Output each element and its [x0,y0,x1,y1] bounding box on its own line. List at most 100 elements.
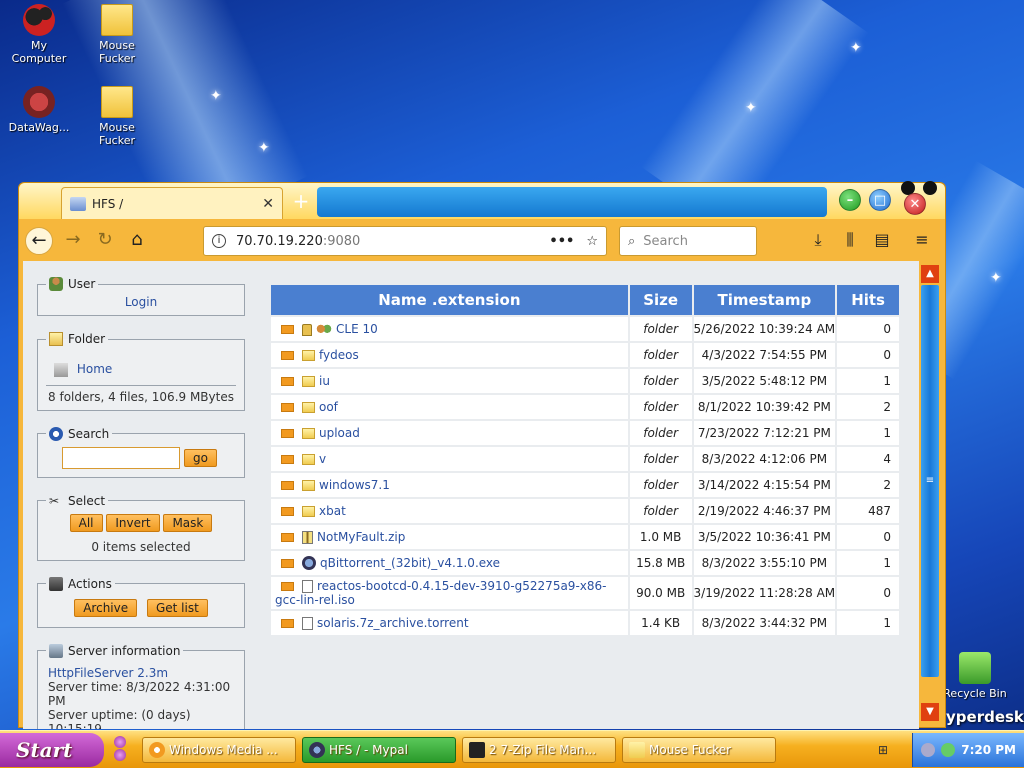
start-button[interactable]: Start [0,733,104,767]
file-link[interactable]: reactos-bootcd-0.4.15-dev-3910-g52275a9-… [275,579,606,607]
hits-cell: 0 [835,575,901,611]
table-row[interactable]: xbat folder 2/19/2022 4:46:37 PM 487 [269,497,901,525]
task-7zip[interactable]: 2 7-Zip File Man... [462,737,616,763]
file-table: Name .extension Size Timestamp Hits CLE … [269,283,901,637]
tray-network-icon[interactable]: ⊞ [878,743,888,757]
desktop-icon-mouse-fucker-folder[interactable]: Mouse Fucker [82,86,152,147]
vertical-scrollbar[interactable]: ▲ ≡ ▼ [919,261,941,725]
file-link[interactable]: NotMyFault.zip [317,530,405,544]
select-checkbox[interactable] [281,582,294,591]
select-checkbox[interactable] [281,325,294,334]
server-uptime: Server uptime: (0 days) 10:15:19 [48,707,191,730]
clock[interactable]: 7:20 PM [961,743,1016,757]
column-header-name[interactable]: Name .extension [269,283,630,317]
file-icon [302,617,313,630]
page-actions-icon[interactable]: ••• [549,234,574,249]
file-link[interactable]: windows7.1 [319,478,390,492]
file-link[interactable]: oof [319,400,338,414]
qbittorrent-tray-icon[interactable] [921,743,936,757]
file-link[interactable]: upload [319,426,360,440]
column-header-timestamp[interactable]: Timestamp [691,283,838,317]
table-row[interactable]: solaris.7z_archive.torrent 1.4 KB 8/3/2022… [269,609,901,637]
downloads-icon[interactable]: ⤓ [805,227,831,253]
file-link[interactable]: solaris.7z_archive.torrent [317,616,469,630]
select-checkbox[interactable] [281,403,294,412]
select-checkbox[interactable] [281,507,294,516]
hits-cell: 0 [835,341,901,369]
minimize-button[interactable]: – [839,189,861,211]
select-checkbox[interactable] [281,351,294,360]
forward-button[interactable]: → [59,227,87,255]
mask-button[interactable]: Mask [163,513,213,532]
select-checkbox[interactable] [281,533,294,542]
select-checkbox[interactable] [281,429,294,438]
file-name-cell: xbat [269,497,630,525]
desktop-icon-mouse-fucker-zip[interactable]: Mouse Fucker [82,4,152,65]
bookmark-star-icon[interactable]: ☆ [586,234,598,249]
search-bar[interactable]: ⌕ Search [619,226,757,256]
select-checkbox[interactable] [281,481,294,490]
file-link[interactable]: fydeos [319,348,359,362]
file-link[interactable]: v [319,452,326,466]
desktop-icon-my-computer[interactable]: My Computer [4,4,74,65]
library-icon[interactable]: ⫼ [837,227,863,253]
tab-hfs[interactable]: HFS / ✕ [61,187,283,219]
menu-icon[interactable]: ≡ [909,227,935,253]
table-row[interactable]: oof folder 8/1/2022 10:39:42 PM 2 [269,393,901,421]
file-link[interactable]: CLE 10 [336,322,378,336]
scroll-up-arrow[interactable]: ▲ [921,265,939,283]
invert-button[interactable]: Invert [106,513,160,532]
home-link[interactable]: Home [77,362,112,376]
login-link[interactable]: Login [125,295,157,309]
column-header-hits[interactable]: Hits [835,283,901,317]
reload-button[interactable]: ↻ [91,227,119,255]
back-button[interactable]: ← [25,227,53,255]
maximize-button[interactable]: □ [869,189,891,211]
table-row[interactable]: qBittorrent_(32bit)_v4.1.0.exe 15.8 MB 8/3… [269,549,901,577]
timestamp-cell: 8/3/2022 4:12:06 PM [691,445,838,473]
task-windows-media[interactable]: Windows Media ... [142,737,296,763]
select-all-button[interactable]: All [69,513,103,532]
archive-button[interactable]: Archive [74,598,138,617]
desktop-icon-datawag[interactable]: DataWag... [4,86,74,134]
new-tab-button[interactable]: + [289,191,313,213]
file-link[interactable]: iu [319,374,330,388]
desktop-icon-recycle-bin[interactable]: Recycle Bin [940,652,1010,700]
file-size-cell: folder [627,367,694,395]
close-window-button[interactable]: ✕ [904,193,926,215]
folder-icon [629,742,645,758]
table-row[interactable]: NotMyFault.zip 1.0 MB 3/5/2022 10:36:41 PM… [269,523,901,551]
table-row[interactable]: fydeos folder 4/3/2022 7:54:55 PM 0 [269,341,901,369]
table-row[interactable]: windows7.1 folder 3/14/2022 4:15:54 PM 2 [269,471,901,499]
select-checkbox[interactable] [281,558,294,568]
select-checkbox[interactable] [281,619,294,628]
url-bar[interactable]: i 70.70.19.220:9080 ••• ☆ [203,226,607,256]
table-row[interactable]: iu folder 3/5/2022 5:48:12 PM 1 [269,367,901,395]
quick-launch-icon[interactable] [108,735,132,765]
table-row[interactable]: CLE 10 folder 5/26/2022 10:39:24 AM 0 [269,315,901,343]
table-row[interactable]: v folder 8/3/2022 4:12:06 PM 4 [269,445,901,473]
search-input[interactable] [62,446,180,469]
task-mouse-fucker-folder[interactable]: Mouse Fucker [622,737,776,763]
sidebar-toggle-icon[interactable]: ▤ [869,227,895,253]
file-link[interactable]: qBittorrent_(32bit)_v4.1.0.exe [320,556,500,570]
select-checkbox[interactable] [281,455,294,464]
home-button[interactable]: ⌂ [123,227,151,255]
site-info-icon[interactable]: i [212,234,226,248]
file-link[interactable]: xbat [319,504,346,518]
star-icon: ✦ [850,40,862,56]
close-tab-icon[interactable]: ✕ [262,196,274,212]
tray-app-icon[interactable] [941,743,956,757]
column-header-size[interactable]: Size [627,283,694,317]
table-row[interactable]: upload folder 7/23/2022 7:12:21 PM 1 [269,419,901,447]
hfs-version-link[interactable]: HttpFileServer 2.3m [48,666,234,680]
go-button[interactable]: go [184,448,217,467]
scroll-down-arrow[interactable]: ▼ [921,703,939,721]
task-hfs-mypal[interactable]: HFS / - Mypal [302,737,456,763]
scroll-thumb[interactable]: ≡ [921,285,939,677]
timestamp-cell: 4/3/2022 7:54:55 PM [691,341,838,369]
get-list-button[interactable]: Get list [146,598,208,617]
select-checkbox[interactable] [281,377,294,386]
table-row[interactable]: reactos-bootcd-0.4.15-dev-3910-g52275a9-… [269,575,901,611]
search-box: Search go [37,426,245,478]
